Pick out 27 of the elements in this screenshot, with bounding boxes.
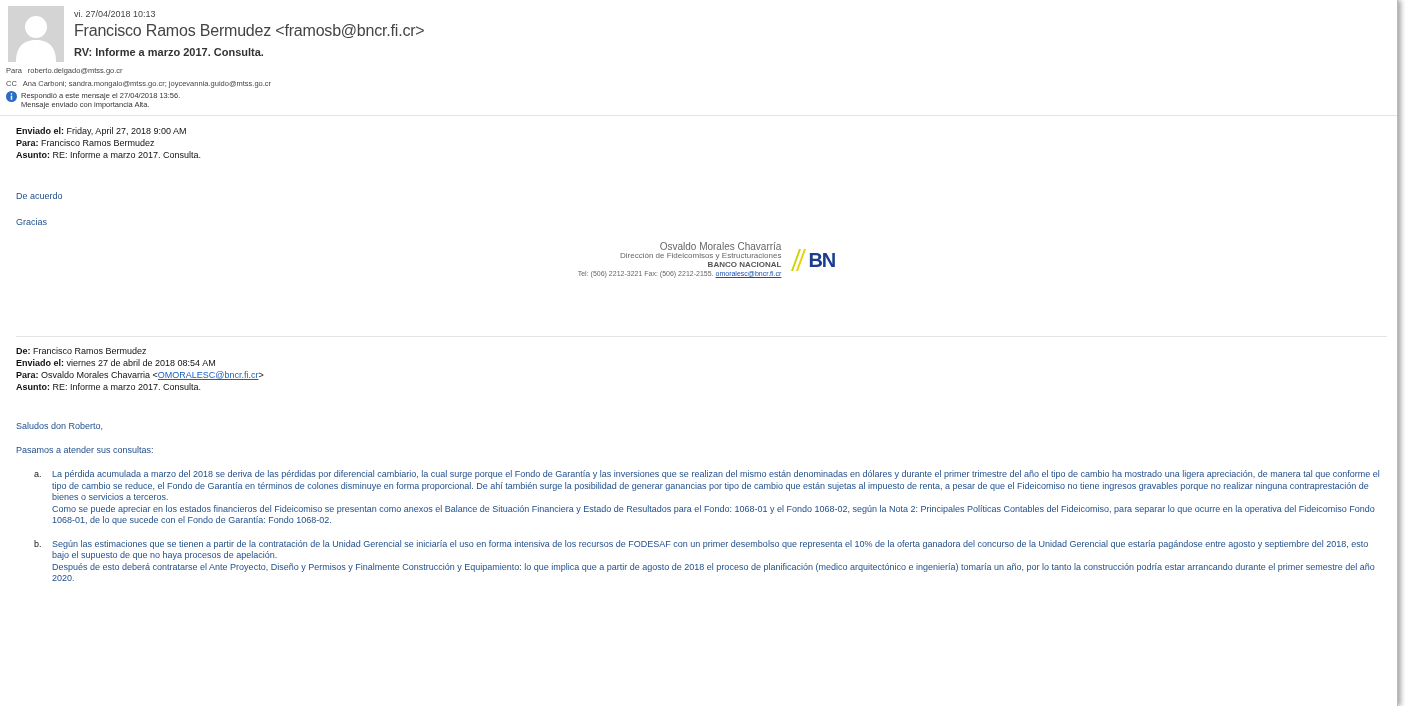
header-field: Enviado el: Friday, April 27, 2018 9:00 AM — [16, 125, 1397, 137]
paragraph: Como se puede apreciar en los estados financieros del Fideicomiso se presentan como anexos el Balance de Situación Financiera y Estado de Resultados para el Fondo: 1068-01 y el Fondo 1068-02, según la Nota 2: Principales Políticas Contables del Fideicomiso, para separar lo que ocurre en la operativa del Fideicomiso Fondo 1068-01, de lo que sucede con el Fondo de Garantía: Fondo 1068-02. — [52, 503, 1376, 527]
sent-date: vi. 27/04/2018 10:13 — [74, 8, 157, 19]
header-field: De: Francisco Ramos Bermudez — [16, 345, 1397, 357]
sender-name: Francisco Ramos Bermudez <framosb@bncr.fi.cr> — [74, 22, 425, 40]
paragraph: Según las estimaciones que se tienen a partir de la contratación de la Unidad Gerencial se iniciaría el uso en forma intensiva de los recursos de FODESAF con un primer desembolso que representa el 10% de la oferta ganadora del concurso de la Unidad Gerencial que estaría pagándose entre agosto y septiembre del 2018, esto bajo el supuesto de que no haya procesos de apelación. — [52, 538, 1370, 562]
header-field: Para: Francisco Ramos Bermudez — [16, 137, 1397, 149]
signature-bank: BANCO NACIONAL — [707, 260, 782, 269]
bank-logo: BN — [808, 248, 836, 272]
header-field: Asunto: RE: Informe a marzo 2017. Consulta. — [16, 381, 1397, 393]
paragraph: Después de esto deberá contratarse el Ante Proyecto, Diseño y Permisos y Finalmente Construcción y Equipamiento: lo que implica que a partir de agosto de 2018 el proceso de planificación (medico arquitectónico e ingeniería) tomaría un año, por lo tanto la construcción podría estar arrancando durante el primer semestre del año 2020. — [52, 561, 1376, 585]
email-subject: RV: Informe a marzo 2017. Consulta. — [74, 46, 265, 58]
message-text: Pasamos a atender sus consultas: — [16, 445, 155, 455]
header-field: Enviado el: viernes 27 de abril de 2018 08:54 AM — [16, 357, 1397, 369]
message-text: De acuerdo — [16, 191, 64, 201]
greeting-text: Saludos don Roberto, — [16, 421, 105, 431]
signature-department: Dirección de Fideicomisos y Estructuraciones — [620, 251, 782, 260]
info-icon — [6, 91, 17, 102]
message-text: Gracias — [16, 217, 48, 227]
email-link[interactable]: OMORALESC@bncr.fi.cr — [157, 370, 259, 380]
paragraph: La pérdida acumulada a marzo del 2018 se deriva de las pérdidas por diferencial cambiario, la cual surge porque el Fondo de Garantía y las inversiones que se realizan del mismo están denominadas en dólares y durante el primer trimestre del año el tipo de cambio ha mostrado una ligera apreciación, de manera tal que conforme el tipo de cambio se reduce, el Fondo de Garantía en términos de colones disminuye en forma proporcional. De ahí también surge la posibilidad de generar ganancias por tipo de cambio que están sujetas al impuesto de renta, a pesar de que el Fideicomiso no tiene ingresos gravables porque no realizar ninguna contraprestación de bienes o servicios a terceros. — [52, 469, 1381, 504]
header-field: Para: Osvaldo Morales Chavarria <OMORALESC@bncr.fi.cr> — [16, 369, 1397, 381]
list-marker: b. — [34, 538, 43, 551]
stripes-icon — [789, 249, 808, 271]
signature-name: Osvaldo Morales Chavarría — [659, 242, 782, 251]
list-marker: a. — [34, 469, 43, 481]
header-field: Asunto: RE: Informe a marzo 2017. Consulta. — [16, 149, 1397, 161]
